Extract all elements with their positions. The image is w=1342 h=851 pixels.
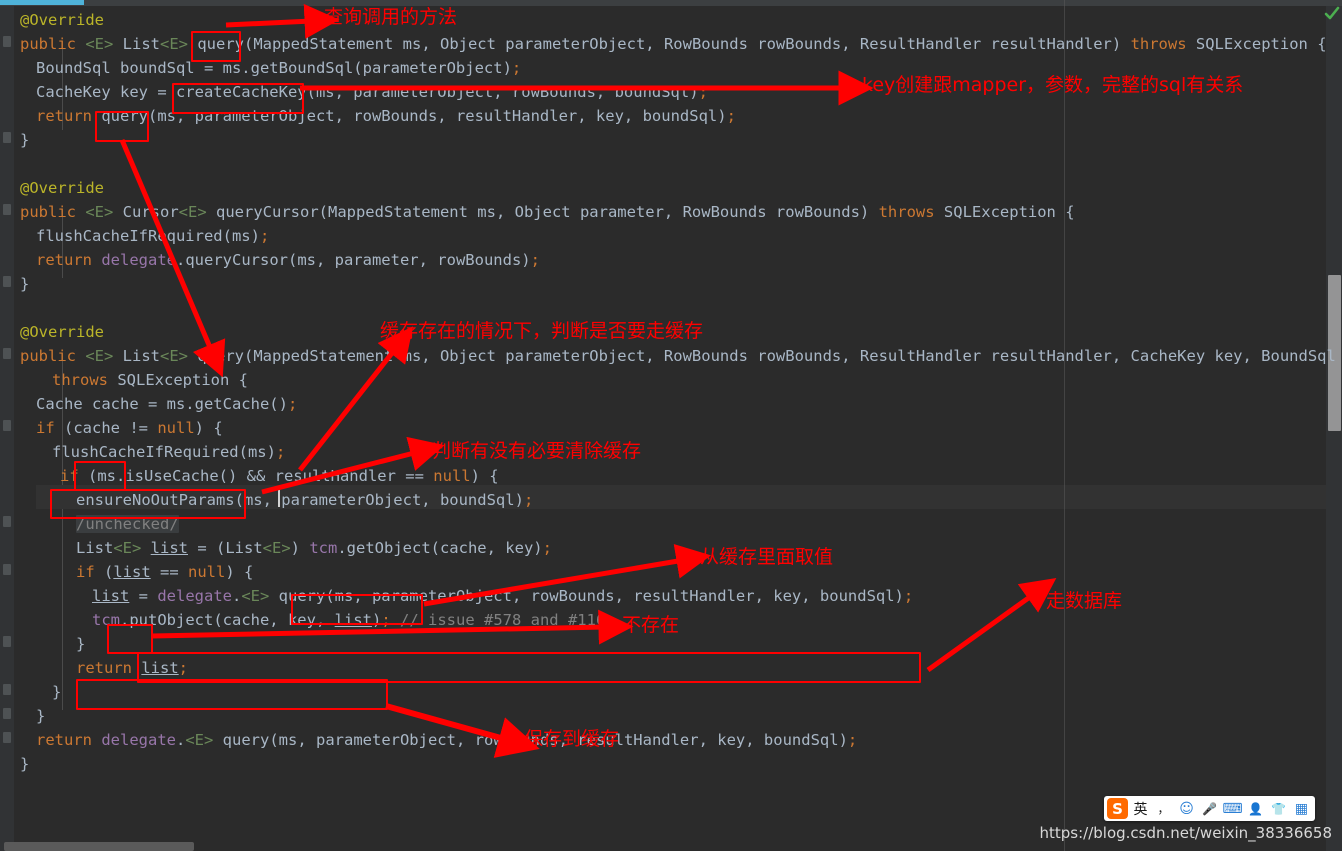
sogou-logo-icon[interactable]: S: [1107, 798, 1128, 819]
code-line[interactable]: }: [36, 704, 45, 728]
code-line[interactable]: if (ms.isUseCache() && resultHandler == …: [60, 464, 499, 488]
blog-url-watermark: https://blog.csdn.net/weixin_38336658: [1039, 824, 1332, 842]
code-line[interactable]: flushCacheIfRequired(ms);: [52, 440, 285, 464]
code-line[interactable]: return query(ms, parameterObject, rowBou…: [36, 104, 736, 128]
code-line[interactable]: Cache cache = ms.getCache();: [36, 392, 297, 416]
emoji-icon[interactable]: ☺: [1176, 798, 1197, 819]
note-go-database: 走数据库: [1046, 590, 1123, 612]
note-query-method: 查询调用的方法: [324, 6, 458, 28]
note-not-exist: 不存在: [622, 614, 680, 636]
note-cache-exists: 缓存存在的情况下，判断是否要走缓存: [380, 320, 704, 342]
note-cachekey: key创建跟mapper，参数，完整的sql有关系: [862, 74, 1244, 96]
text-caret: [278, 488, 280, 507]
code-line[interactable]: return delegate.<E> query(ms, parameterO…: [36, 728, 857, 752]
ide-screenshot: @Override public <E> List<E> query(Mappe…: [0, 0, 1342, 851]
code-line[interactable]: public <E> Cursor<E> queryCursor(MappedS…: [20, 200, 1075, 224]
code-line[interactable]: @Override: [20, 176, 104, 200]
issue-comment[interactable]: // issue #578 and #116: [400, 611, 605, 629]
code-line[interactable]: if (cache != null) {: [36, 416, 223, 440]
note-get-from-cache: 从缓存里面取值: [700, 546, 834, 568]
voice-input-icon[interactable]: 🎤: [1199, 798, 1220, 819]
note-save-to-cache: 保存到缓存: [524, 728, 620, 750]
code-line[interactable]: @Override: [20, 8, 104, 32]
note-need-flush: 判断有没有必要清除缓存: [432, 440, 642, 462]
user-icon[interactable]: 👤: [1245, 798, 1266, 819]
language-mode-icon[interactable]: 英: [1130, 798, 1151, 819]
code-content[interactable]: @Override public <E> List<E> query(Mappe…: [0, 0, 1342, 851]
sogou-ime-toolbar[interactable]: S 英 ， ☺ 🎤 ⌨ 👤 👕 ▦: [1104, 796, 1315, 821]
skin-icon[interactable]: 👕: [1268, 798, 1289, 819]
toolbox-icon[interactable]: ▦: [1291, 798, 1312, 819]
code-line[interactable]: if (list == null) {: [76, 560, 253, 584]
code-line[interactable]: }: [20, 128, 29, 152]
horizontal-scrollbar-thumb[interactable]: [4, 842, 194, 851]
code-line[interactable]: return delegate.queryCursor(ms, paramete…: [36, 248, 540, 272]
code-line[interactable]: }: [52, 680, 61, 704]
code-line[interactable]: ensureNoOutParams(ms, parameterObject, b…: [76, 488, 533, 512]
code-line[interactable]: list = delegate.<E> query(ms, parameterO…: [92, 584, 913, 608]
code-line[interactable]: flushCacheIfRequired(ms);: [36, 224, 269, 248]
code-line[interactable]: public <E> List<E> query(MappedStatement…: [20, 344, 1342, 368]
code-line[interactable]: CacheKey key = createCacheKey(ms, parame…: [36, 80, 708, 104]
code-line[interactable]: BoundSql boundSql = ms.getBoundSql(param…: [36, 56, 521, 80]
code-line[interactable]: List<E> list = (List<E>) tcm.getObject(c…: [76, 536, 552, 560]
soft-keyboard-icon[interactable]: ⌨: [1222, 798, 1243, 819]
unchecked-comment[interactable]: /unchecked/: [76, 515, 179, 533]
code-line[interactable]: @Override: [20, 320, 104, 344]
code-line[interactable]: tcm.putObject(cache, key, list); // issu…: [92, 608, 605, 632]
code-line[interactable]: /unchecked/: [76, 512, 179, 536]
code-line[interactable]: throws SQLException {: [52, 368, 248, 392]
punctuation-icon[interactable]: ，: [1153, 798, 1174, 819]
code-line[interactable]: }: [20, 272, 29, 296]
code-line[interactable]: public <E> List<E> query(MappedStatement…: [20, 32, 1327, 56]
code-line[interactable]: }: [76, 632, 85, 656]
code-line[interactable]: return list;: [76, 656, 188, 680]
code-line[interactable]: }: [20, 752, 29, 776]
